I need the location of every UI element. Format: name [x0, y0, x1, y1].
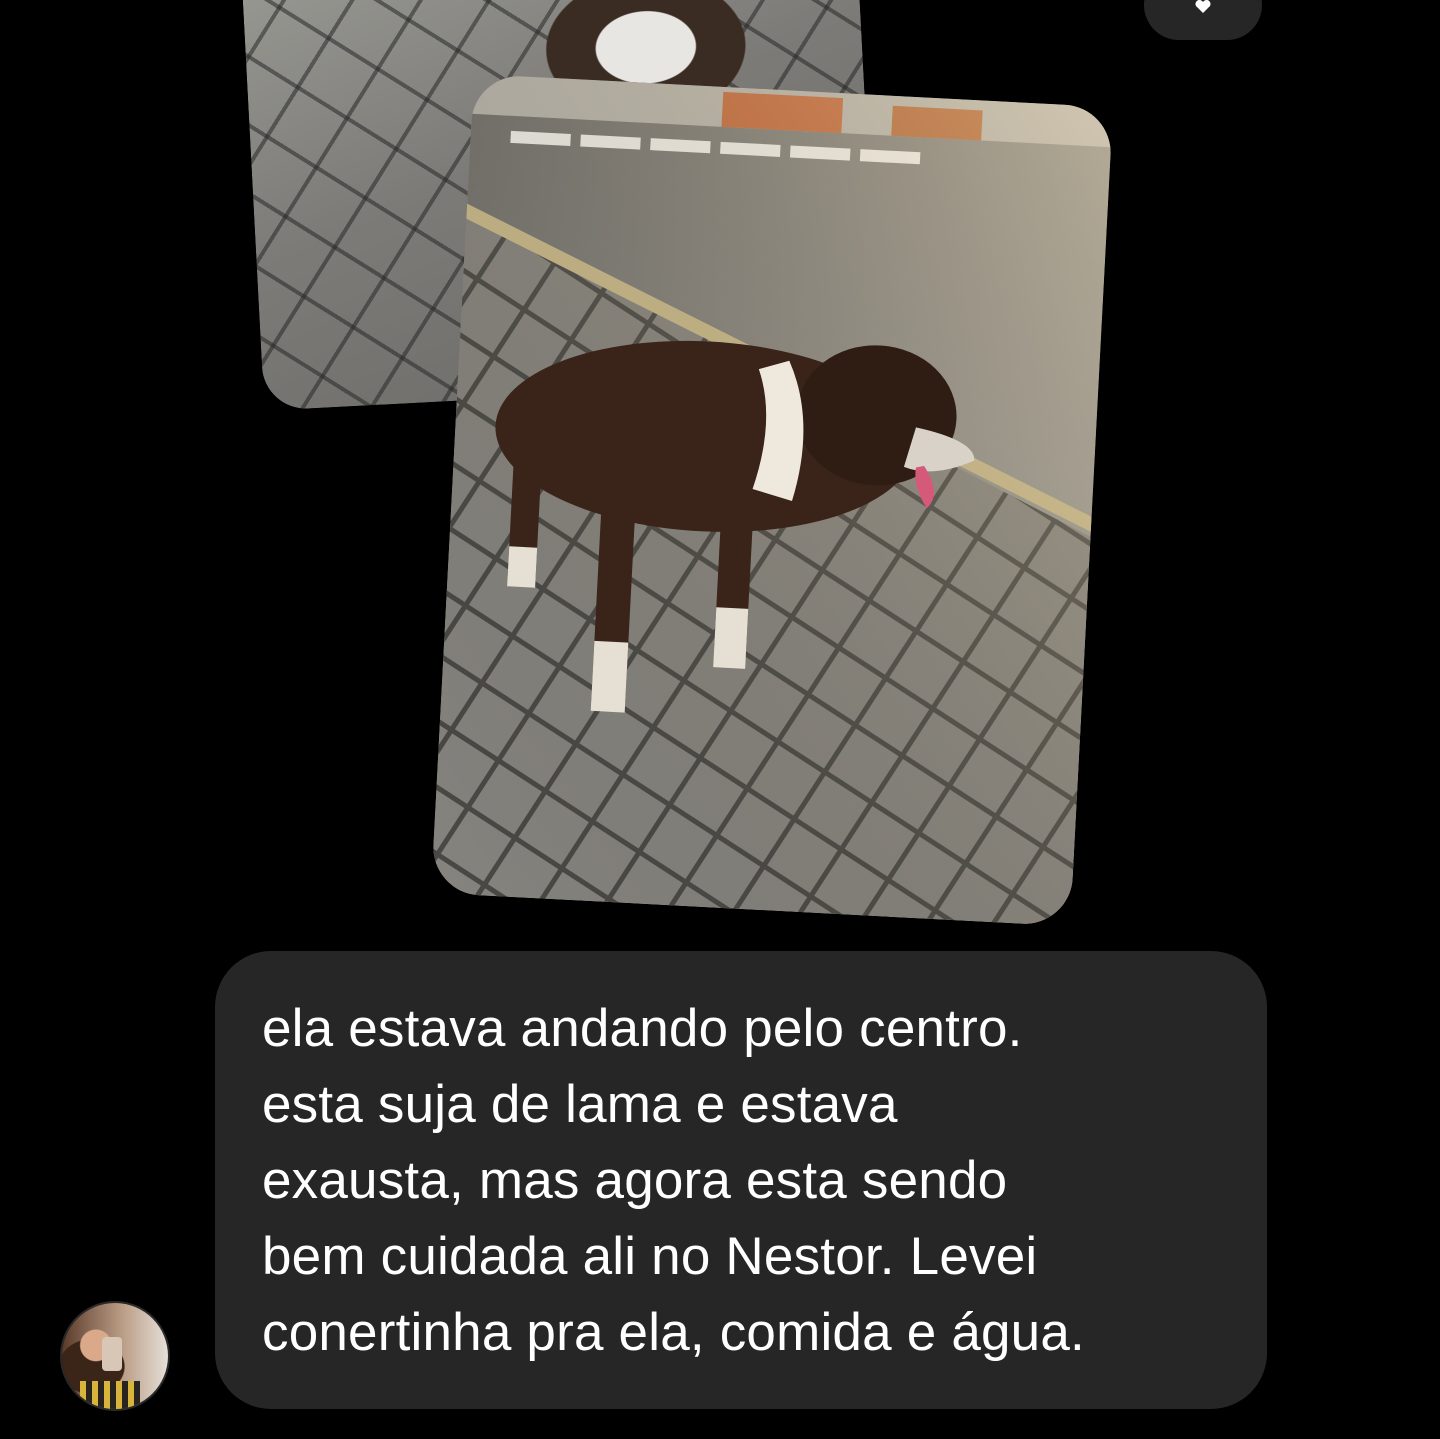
sender-avatar[interactable]: [62, 1303, 168, 1409]
checkered-shirt: [80, 1381, 140, 1409]
chat-thread: ela estava andando pelo centro. esta suj…: [0, 0, 1440, 1439]
phone-in-photo: [102, 1337, 122, 1371]
photo-attachment-dog-2[interactable]: [430, 73, 1114, 927]
message-text: ela estava andando pelo centro. esta suj…: [262, 999, 1085, 1362]
heart-icon: [1195, 0, 1211, 13]
reaction-button[interactable]: [1144, 0, 1262, 40]
dog-photo-image: [430, 73, 1114, 927]
message-bubble[interactable]: ela estava andando pelo centro. esta suj…: [215, 951, 1267, 1409]
